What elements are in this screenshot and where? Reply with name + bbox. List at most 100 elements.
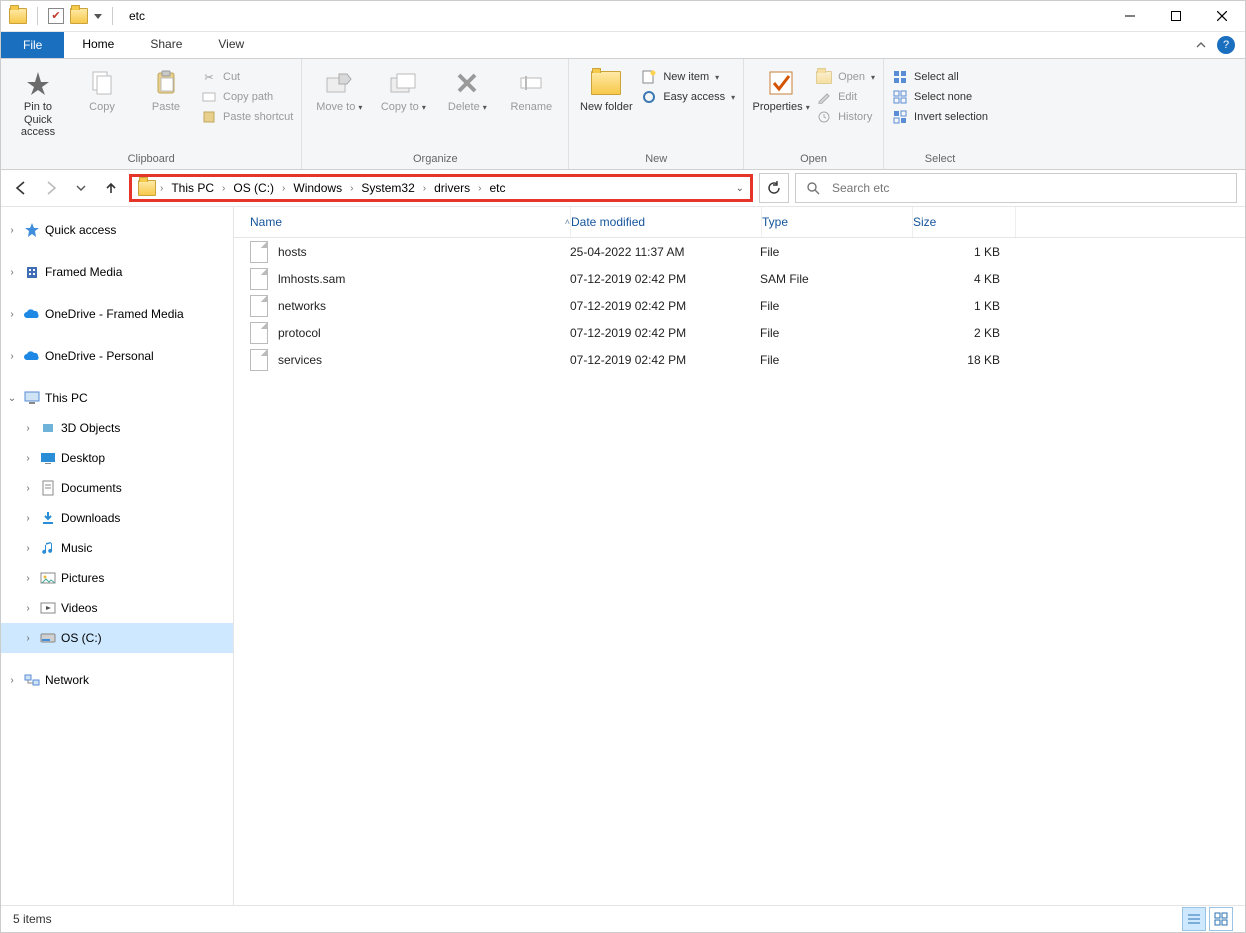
folder-icon [39,540,57,556]
tree-item-this-pc[interactable]: ⌄ This PC [1,383,233,413]
select-all-button[interactable]: Select all [892,69,988,85]
expand-icon[interactable]: › [21,603,35,614]
breadcrumb-segment[interactable]: etc [485,181,509,195]
refresh-button[interactable] [759,173,789,203]
expand-icon[interactable]: › [5,309,19,320]
cut-button[interactable]: ✂ Cut [201,69,293,85]
chevron-right-icon[interactable]: › [350,183,353,194]
file-size: 18 KB [910,353,1012,367]
rename-button[interactable]: Rename [502,63,560,114]
tree-item-thispc-child[interactable]: ›Pictures [1,563,233,593]
file-row[interactable]: services07-12-2019 02:42 PMFile18 KB [234,346,1245,373]
recent-locations-button[interactable] [69,176,93,200]
move-to-button[interactable]: Move to ▾ [310,63,368,114]
breadcrumb-segment[interactable]: System32 [357,181,418,195]
tab-share[interactable]: Share [132,32,200,58]
address-dropdown-button[interactable]: ⌄ [736,183,744,194]
expand-icon[interactable]: › [5,267,19,278]
tree-item-quick-access[interactable]: › Quick access [1,215,233,245]
select-none-icon [892,89,908,105]
tab-home[interactable]: Home [64,32,132,58]
paste-icon [150,67,182,99]
chevron-right-icon[interactable]: › [222,183,225,194]
invert-selection-button[interactable]: Invert selection [892,109,988,125]
open-button[interactable]: Open ▾ [816,69,875,85]
file-row[interactable]: lmhosts.sam07-12-2019 02:42 PMSAM File4 … [234,265,1245,292]
file-row[interactable]: protocol07-12-2019 02:42 PMFile2 KB [234,319,1245,346]
expand-icon[interactable]: › [21,483,35,494]
tree-item-onedrive-framed[interactable]: › OneDrive - Framed Media [1,299,233,329]
forward-button[interactable] [39,176,63,200]
copy-to-button[interactable]: Copy to ▾ [374,63,432,114]
breadcrumb-segment[interactable]: OS (C:) [229,181,278,195]
chevron-right-icon[interactable]: › [160,183,163,194]
large-icons-view-button[interactable] [1209,907,1233,931]
expand-icon[interactable]: › [21,633,35,644]
pin-to-quick-access-button[interactable]: Pin to Quick access [9,63,67,139]
chevron-right-icon[interactable]: › [282,183,285,194]
close-button[interactable] [1199,1,1245,31]
qat-properties-icon[interactable]: ✔ [48,8,64,24]
column-header-date[interactable]: Date modified [571,207,762,237]
tree-item-thispc-child[interactable]: ›OS (C:) [1,623,233,653]
copy-button[interactable]: Copy [73,63,131,114]
address-bar[interactable]: › This PC › OS (C:) › Windows › System32… [129,174,753,202]
column-header-type[interactable]: Type [762,207,913,237]
breadcrumb-segment[interactable]: This PC [167,181,218,195]
new-item-button[interactable]: New item ▾ [641,69,735,85]
expand-icon[interactable]: › [5,225,19,236]
expand-icon[interactable]: › [5,351,19,362]
tree-item-framed-media[interactable]: › Framed Media [1,257,233,287]
history-button[interactable]: History [816,109,875,125]
minimize-button[interactable] [1107,1,1153,31]
file-row[interactable]: networks07-12-2019 02:42 PMFile1 KB [234,292,1245,319]
tree-item-thispc-child[interactable]: ›Downloads [1,503,233,533]
sort-asc-icon: ˄ [565,217,570,227]
qat-newfolder-icon[interactable] [70,8,88,24]
tab-view[interactable]: View [200,32,262,58]
column-header-size[interactable]: Size [913,207,1016,237]
file-type: SAM File [760,272,910,286]
expand-icon[interactable]: › [5,675,19,686]
up-button[interactable] [99,176,123,200]
file-name: networks [278,299,326,313]
new-folder-button[interactable]: New folder [577,63,635,114]
expand-icon[interactable]: › [21,513,35,524]
copy-path-button[interactable]: Copy path [201,89,293,105]
search-box[interactable] [795,173,1237,203]
tree-item-network[interactable]: › Network [1,665,233,695]
file-row[interactable]: hosts25-04-2022 11:37 AMFile1 KB [234,238,1245,265]
maximize-button[interactable] [1153,1,1199,31]
tree-item-onedrive-personal[interactable]: › OneDrive - Personal [1,341,233,371]
select-none-button[interactable]: Select none [892,89,988,105]
tree-item-thispc-child[interactable]: ›3D Objects [1,413,233,443]
delete-button[interactable]: Delete ▾ [438,63,496,114]
search-input[interactable] [830,180,1226,196]
edit-button[interactable]: Edit [816,89,875,105]
tab-file[interactable]: File [1,32,64,58]
paste-shortcut-button[interactable]: Paste shortcut [201,109,293,125]
tree-item-thispc-child[interactable]: ›Documents [1,473,233,503]
expand-icon[interactable]: › [21,543,35,554]
details-view-button[interactable] [1182,907,1206,931]
tree-item-thispc-child[interactable]: ›Desktop [1,443,233,473]
breadcrumb-segment[interactable]: drivers [430,181,474,195]
back-button[interactable] [9,176,33,200]
expand-icon[interactable]: › [21,573,35,584]
collapse-ribbon-button[interactable] [1195,39,1211,51]
column-header-name[interactable]: Name˄ [234,207,571,237]
tree-item-thispc-child[interactable]: ›Music [1,533,233,563]
qat-customize-dropdown[interactable] [94,12,102,20]
chevron-right-icon[interactable]: › [478,183,481,194]
tree-item-thispc-child[interactable]: ›Videos [1,593,233,623]
collapse-icon[interactable]: ⌄ [5,393,19,404]
properties-button[interactable]: Properties ▾ [752,63,810,114]
expand-icon[interactable]: › [21,453,35,464]
easy-access-button[interactable]: Easy access ▾ [641,89,735,105]
help-button[interactable]: ? [1217,36,1235,54]
navigation-tree[interactable]: › Quick access › Framed Media › [1,207,234,905]
paste-button[interactable]: Paste [137,63,195,114]
breadcrumb-segment[interactable]: Windows [289,181,346,195]
expand-icon[interactable]: › [21,423,35,434]
chevron-right-icon[interactable]: › [423,183,426,194]
